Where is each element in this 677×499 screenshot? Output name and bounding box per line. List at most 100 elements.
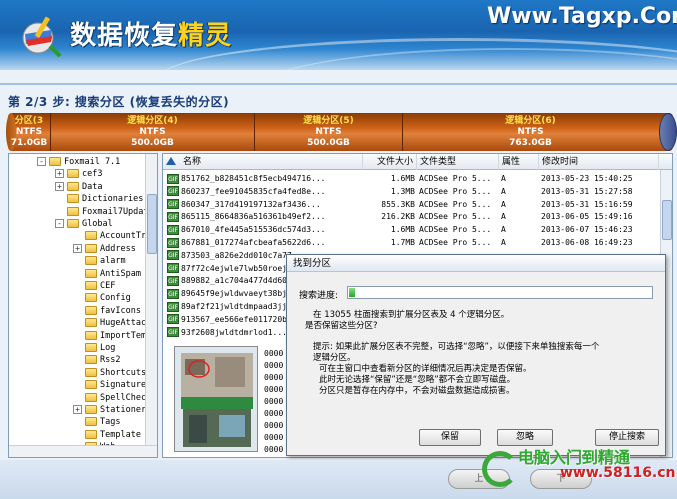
column-header-name[interactable]: 名称 [163, 154, 363, 170]
cell-attr: A [501, 236, 537, 249]
folder-icon [49, 157, 61, 166]
file-row[interactable]: GIF 867881_017274afcbeafa5622d6... 1.7MB AC… [163, 236, 663, 249]
gif-file-icon: GIF [167, 263, 179, 274]
cell-attr: A [501, 185, 537, 198]
cell-time: 2013-06-08 16:49:23 [541, 236, 659, 249]
cell-name: GIF 867881_017274afcbeafa5622d6... [167, 236, 363, 249]
tree-item[interactable]: Log [73, 342, 115, 354]
collapse-icon[interactable]: - [37, 157, 46, 166]
tree-item[interactable]: CEF [73, 280, 115, 292]
folder-icon [67, 219, 79, 228]
cell-type: ACDSee Pro 5... [419, 223, 499, 236]
tree-item[interactable]: favIcons [73, 305, 141, 317]
tree-item[interactable]: + Stationery [73, 404, 151, 416]
cell-text: 860237_fee91045835cfa4fed8e... [181, 186, 326, 196]
partition-segment[interactable]: 逻辑分区(6) NTFS 763.0GB [402, 113, 658, 151]
tree-item-label: Config [100, 293, 131, 304]
tree-item[interactable]: - Global [55, 218, 113, 230]
tree-item-label: SpellCheck [100, 392, 152, 403]
column-header-size[interactable]: 文件大小 [363, 154, 417, 170]
file-row[interactable]: GIF 860347_317d419197132af3436... 855.3KB A… [163, 198, 663, 211]
file-row[interactable]: GIF 867010_4fe445a515536dc574d3... 1.6MB AC… [163, 223, 663, 236]
cell-text: 2013-06-08 16:49:23 [541, 238, 633, 247]
cell-type: ACDSee Pro 5... [419, 172, 499, 185]
tree-item[interactable]: Foxmail7Updat [55, 206, 149, 218]
cell-text: A [501, 238, 506, 247]
folder-icon [85, 343, 97, 352]
scroll-thumb[interactable] [147, 194, 157, 254]
dialog-hint: 此时无论选择“保留”还是“忽略”都不会立即写磁盘。 [319, 375, 516, 385]
gif-file-icon: GIF [167, 237, 179, 248]
tree-item[interactable]: - Foxmail 7.1 [37, 156, 120, 168]
hex-offset: 0000 [264, 361, 284, 370]
tree-horizontal-scrollbar[interactable] [9, 445, 157, 457]
collapse-icon[interactable]: - [55, 219, 64, 228]
expand-icon[interactable]: + [55, 181, 64, 191]
header-divider [0, 83, 677, 85]
dialog-message: 在 13055 柱面搜索到扩展分区表及 4 个逻辑分区。 [313, 310, 510, 320]
tree-item[interactable]: ImportTemp [73, 330, 151, 342]
tree-item[interactable]: AccountTre [73, 230, 151, 242]
file-row[interactable]: GIF 851762_b828451c8f5ecb494716... 1.6MB AC… [163, 172, 663, 185]
folder-icon [67, 194, 79, 204]
column-header-attr[interactable]: 属性 [499, 154, 539, 170]
tree-item-label: Stationery [100, 405, 152, 415]
watermark-url: www.58116.cn [560, 465, 676, 481]
partition-map: 分区(3 NTFS 71.0GB 逻辑分区(4) NTFS 500.0GB 逻辑分区(5… [6, 113, 677, 151]
cell-text: 860347_317d419197132af3436... [181, 199, 321, 209]
parent-folder-icon[interactable] [166, 157, 176, 165]
folder-icon [85, 268, 97, 278]
tree-item[interactable]: + Address [73, 243, 136, 255]
folder-icon [85, 305, 97, 315]
expand-icon[interactable]: + [73, 243, 82, 253]
tree-item[interactable]: Dictionaries [55, 193, 143, 205]
cell-text: 1.6MB [390, 225, 415, 235]
tree-item[interactable]: Rss2 [73, 354, 120, 366]
tree-item[interactable]: Template [73, 429, 141, 441]
folder-icon [85, 380, 97, 390]
file-row[interactable]: GIF 860237_fee91045835cfa4fed8e... 1.3MB AC… [163, 185, 663, 198]
cell-text: 2013-05-23 15:40:25 [541, 174, 633, 183]
tree-item[interactable]: + cef3 [55, 168, 102, 180]
tree-item[interactable]: Signatures [73, 379, 151, 391]
cell-time: 2013-06-05 15:49:16 [541, 210, 659, 223]
keep-button[interactable]: 保留 [419, 429, 481, 446]
scroll-thumb[interactable] [662, 200, 672, 240]
tree-item[interactable]: HugeAttach [73, 317, 151, 329]
tree-item[interactable]: AntiSpam [73, 268, 141, 280]
file-row[interactable]: GIF 865115_8664836a516361b49ef2... 216.2KB… [163, 210, 663, 223]
tree-item-label: AccountTre [100, 231, 152, 242]
preview-photo-icon [175, 347, 257, 451]
tree-item[interactable]: + Data [55, 181, 102, 193]
gif-file-icon: GIF [167, 211, 179, 222]
hex-offset: 0000 [264, 373, 284, 382]
tree-item[interactable]: alarm [73, 255, 126, 267]
hex-offset: 0000 [264, 409, 284, 418]
hex-offset: 0000 [264, 445, 284, 454]
folder-icon [85, 392, 97, 402]
cell-type: ACDSee Pro 5... [419, 236, 499, 249]
partition-segment[interactable]: 逻辑分区(4) NTFS 500.0GB [50, 113, 254, 151]
tree-item[interactable]: SpellCheck [73, 392, 151, 404]
tree-vertical-scrollbar[interactable] [145, 154, 157, 446]
partition-segment[interactable]: 分区(3 NTFS 71.0GB [8, 113, 50, 151]
folder-icon [85, 417, 97, 427]
folder-icon [67, 169, 79, 179]
tree-item[interactable]: Config [73, 292, 131, 304]
partition-segment[interactable]: 逻辑分区(5) NTFS 500.0GB [254, 113, 402, 151]
column-header-time[interactable]: 修改时间 [539, 154, 659, 170]
column-header-type[interactable]: 文件类型 [417, 154, 499, 170]
search-progress-bar [347, 286, 653, 299]
cell-name: GIF 860347_317d419197132af3436... [167, 198, 363, 211]
tree-item[interactable]: Shortcuts [73, 367, 146, 379]
cell-text: A [501, 174, 506, 183]
gif-file-icon: GIF [167, 250, 179, 261]
expand-icon[interactable]: + [73, 405, 82, 414]
expand-icon[interactable]: + [55, 169, 64, 179]
cell-text: ACDSee Pro 5... [419, 212, 492, 222]
cell-text: 1.6MB [390, 174, 415, 183]
tree-item-label: Data [82, 181, 103, 192]
cell-text: 865115_8664836a516361b49ef2... [181, 212, 326, 222]
folder-tree[interactable]: - Foxmail 7.1 + cef3 + Data Dictionaries Foxmai… [8, 153, 158, 458]
tree-item[interactable]: Tags [73, 416, 120, 428]
